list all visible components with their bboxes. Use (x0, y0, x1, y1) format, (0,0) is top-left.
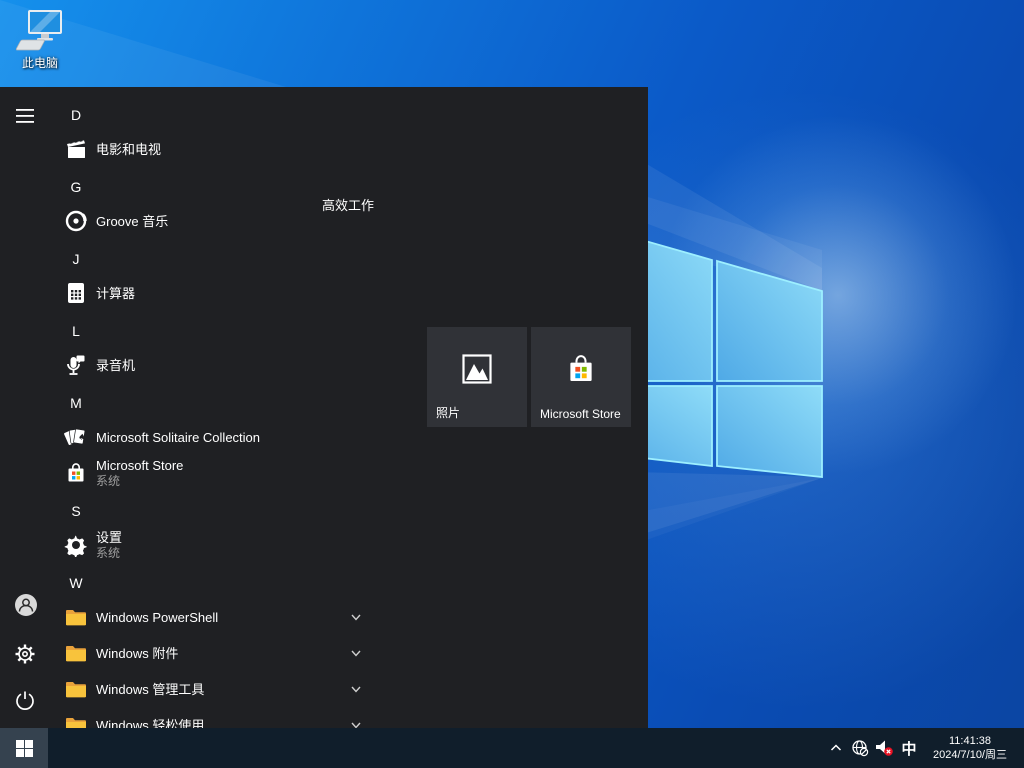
app-label: 设置 (96, 530, 122, 545)
windows-logo-icon (16, 740, 33, 757)
clock-date: 2024/7/10/周三 (922, 748, 1018, 762)
groove-music-icon (64, 209, 88, 233)
photos-icon (462, 354, 492, 384)
globe-no-internet-icon (851, 739, 869, 757)
start-button[interactable] (0, 728, 48, 768)
app-item-movies-tv[interactable]: 电影和电视 (64, 131, 161, 167)
app-item-settings[interactable]: 设置 系统 (64, 523, 122, 567)
settings-rail-button[interactable] (14, 643, 36, 665)
tile-photos[interactable]: 照片 (427, 327, 527, 427)
folder-icon (64, 641, 88, 665)
gear-icon (14, 643, 36, 665)
letter-header-l[interactable]: L (64, 313, 88, 349)
taskbar: 中 11:41:38 2024/7/10/周三 (0, 728, 1024, 768)
speaker-muted-icon (874, 738, 894, 758)
microsoft-store-icon (564, 352, 598, 386)
network-status-button[interactable] (848, 728, 872, 768)
start-menu-rail (0, 87, 50, 728)
folder-icon (64, 605, 88, 629)
tile-label: 照片 (436, 404, 460, 421)
letter-header-g[interactable]: G (64, 169, 88, 205)
hamburger-icon (14, 105, 36, 127)
system-tray: 中 11:41:38 2024/7/10/周三 (824, 728, 1024, 768)
show-hidden-icons-button[interactable] (824, 728, 848, 768)
user-account-button[interactable] (14, 593, 38, 617)
clock-time: 11:41:38 (922, 734, 1018, 748)
microsoft-store-icon (64, 461, 88, 485)
app-sublabel: 系统 (96, 474, 120, 488)
app-item-solitaire[interactable]: ♠ Microsoft Solitaire Collection (64, 419, 260, 455)
folder-label: Windows PowerShell (96, 610, 218, 625)
app-label: Microsoft Store (96, 458, 183, 473)
start-menu: D 电影和电视 G Groove 音乐 J (0, 87, 648, 728)
app-item-voice-recorder[interactable]: 录音机 (64, 347, 135, 383)
user-avatar-icon (14, 593, 38, 617)
folder-item-windows-accessories[interactable]: Windows 附件 (64, 635, 178, 671)
app-label: Microsoft Solitaire Collection (96, 430, 260, 445)
folder-label: Windows 附件 (96, 646, 178, 661)
ime-indicator[interactable]: 中 (896, 738, 922, 759)
clock[interactable]: 11:41:38 2024/7/10/周三 (922, 734, 1018, 762)
app-item-microsoft-store[interactable]: Microsoft Store 系统 (64, 451, 183, 495)
app-label: 录音机 (96, 358, 135, 373)
chevron-down-icon[interactable] (350, 647, 362, 659)
desktop-icon-label: 此电脑 (22, 54, 58, 71)
volume-button[interactable] (872, 728, 896, 768)
letter-header-w[interactable]: W (64, 565, 88, 601)
chevron-down-icon[interactable] (350, 683, 362, 695)
svg-text:♠: ♠ (77, 432, 86, 443)
app-item-groove-music[interactable]: Groove 音乐 (64, 203, 168, 239)
settings-gear-icon (64, 533, 88, 557)
chevron-up-icon (828, 740, 844, 756)
chevron-down-icon[interactable] (350, 611, 362, 623)
app-label: Groove 音乐 (96, 214, 168, 229)
app-sublabel: 系统 (96, 546, 120, 560)
tile-microsoft-store[interactable]: Microsoft Store (531, 327, 631, 427)
app-label: 计算器 (96, 286, 135, 301)
letter-header-j[interactable]: J (64, 241, 88, 277)
folder-item-windows-powershell[interactable]: Windows PowerShell (64, 599, 218, 635)
expand-menu-button[interactable] (14, 105, 36, 127)
calculator-icon (64, 281, 88, 305)
letter-header-d[interactable]: D (64, 97, 88, 133)
solitaire-icon: ♠ (64, 425, 88, 449)
tile-group-title[interactable]: 高效工作 (322, 195, 374, 214)
power-icon (14, 690, 36, 712)
tile-label: Microsoft Store (540, 407, 621, 421)
voice-recorder-icon (64, 353, 88, 377)
movies-tv-icon (64, 137, 88, 161)
app-item-calculator[interactable]: 计算器 (64, 275, 135, 311)
letter-header-m[interactable]: M (64, 385, 88, 421)
power-button[interactable] (14, 690, 36, 712)
folder-icon (64, 677, 88, 701)
folder-item-windows-admin-tools[interactable]: Windows 管理工具 (64, 671, 204, 707)
desktop-icon-this-pc[interactable]: 此电脑 (8, 8, 72, 78)
this-pc-icon (16, 8, 64, 52)
app-label: 电影和电视 (96, 142, 161, 157)
folder-label: Windows 管理工具 (96, 682, 204, 697)
